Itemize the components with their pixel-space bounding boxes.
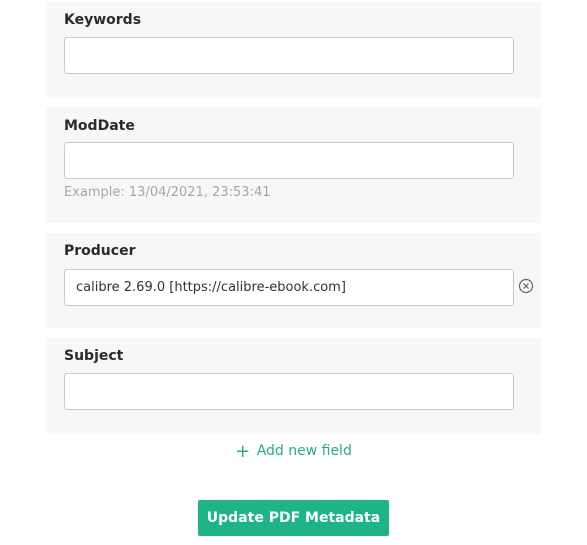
moddate-hint: Example: 13/04/2021, 23:53:41 (64, 185, 271, 200)
update-pdf-metadata-button[interactable]: Update PDF Metadata (198, 500, 389, 536)
producer-panel: Producer (46, 233, 541, 328)
moddate-input[interactable] (64, 142, 514, 179)
keywords-label: Keywords (64, 12, 142, 28)
keywords-input[interactable] (64, 37, 514, 74)
plus-icon: + (235, 441, 251, 462)
producer-label: Producer (64, 243, 136, 259)
moddate-label: ModDate (64, 118, 135, 134)
subject-input[interactable] (64, 373, 514, 410)
add-new-field-link[interactable]: + Add new field (0, 441, 587, 462)
keywords-panel: Keywords (46, 2, 541, 98)
moddate-panel: ModDate Example: 13/04/2021, 23:53:41 (46, 107, 541, 223)
producer-input[interactable] (64, 269, 514, 306)
subject-panel: Subject (46, 338, 541, 434)
add-new-field-label: Add new field (256, 443, 352, 459)
circle-x-icon[interactable] (518, 278, 534, 294)
subject-label: Subject (64, 348, 124, 364)
